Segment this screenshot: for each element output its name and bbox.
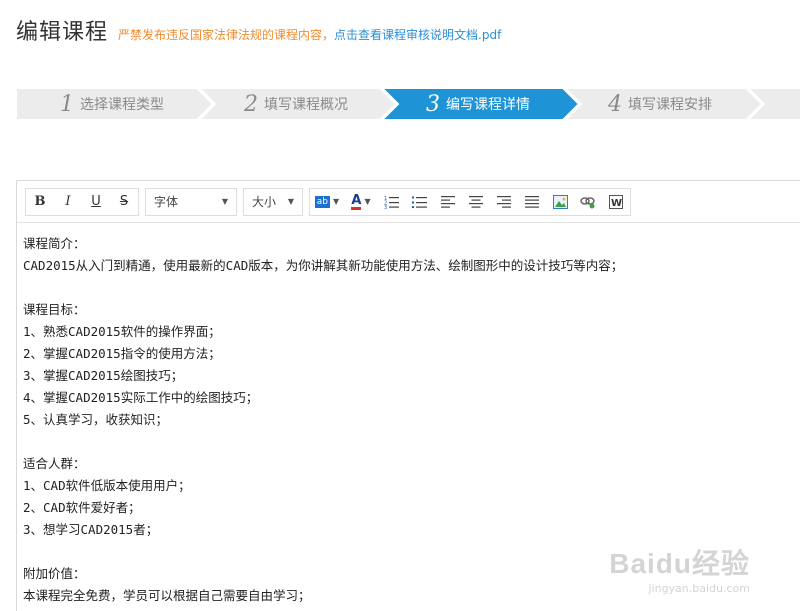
color-group: ab ▼ A ▼ 123 W	[309, 187, 631, 216]
notice: 严禁发布违反国家法律法规的课程内容，点击查看课程审核说明文档.pdf	[118, 26, 501, 43]
step-3-number: 3	[426, 91, 440, 117]
align-left-icon	[441, 195, 455, 208]
content-line: 3、掌握CAD2015绘图技巧；	[23, 368, 184, 383]
svg-text:W: W	[611, 198, 622, 209]
content-line: 适合人群：	[23, 456, 86, 471]
align-right-icon	[497, 195, 511, 208]
step-2-label: 填写课程概况	[264, 97, 348, 113]
svg-text:3: 3	[384, 205, 387, 209]
page-header: 编辑课程 严禁发布违反国家法律法规的课程内容，点击查看课程审核说明文档.pdf	[16, 14, 501, 46]
bold-button[interactable]: B	[26, 189, 54, 215]
step-1-number: 1	[60, 91, 74, 117]
watermark-url: jingyan.baidu.com	[648, 582, 750, 595]
font-size-select[interactable]: 大小 ▼	[243, 187, 303, 216]
page-title: 编辑课程	[16, 20, 109, 45]
highlight-color-button[interactable]: ab ▼	[310, 189, 344, 215]
editor-toolbar: B I U S 字体 ▼ 大小 ▼ ab ▼ A ▼ 123 W	[17, 181, 800, 223]
step-progress-bar: 1 选择课程类型 2 填写课程概况 3 编写课程详情 4 填写课程安排	[16, 88, 800, 120]
underline-button[interactable]: U	[82, 189, 110, 215]
content-line: 5、认真学习，收获知识；	[23, 412, 169, 427]
content-line: 2、CAD软件爱好者；	[23, 500, 141, 515]
step-4-number: 4	[608, 91, 622, 117]
step-1[interactable]: 1 选择课程类型	[60, 88, 164, 120]
insert-image-button[interactable]	[546, 189, 574, 215]
review-doc-link[interactable]: 点击查看课程审核说明文档.pdf	[334, 28, 501, 42]
paste-from-word-button[interactable]: W	[602, 189, 630, 215]
align-center-button[interactable]	[462, 189, 490, 215]
chevron-down-icon: ▼	[287, 197, 294, 206]
font-family-select[interactable]: 字体 ▼	[145, 187, 237, 216]
content-line: 1、CAD软件低版本使用用户；	[23, 478, 191, 493]
strikethrough-button[interactable]: S	[110, 189, 138, 215]
content-line: CAD2015从入门到精通，使用最新的CAD版本，为你讲解其新功能使用方法、绘制…	[23, 258, 624, 273]
insert-link-button[interactable]	[574, 189, 602, 215]
align-right-button[interactable]	[490, 189, 518, 215]
baidu-jingyan-watermark: Baidu经验 jingyan.baidu.com	[609, 542, 750, 595]
font-color-icon: A	[351, 192, 362, 210]
step-3-label: 编写课程详情	[446, 97, 530, 113]
step-2[interactable]: 2 填写课程概况	[244, 88, 348, 120]
align-justify-button[interactable]	[518, 189, 546, 215]
align-justify-icon	[525, 195, 539, 208]
font-color-button[interactable]: A ▼	[344, 189, 378, 215]
ordered-list-button[interactable]: 123	[378, 189, 406, 215]
image-icon	[552, 194, 568, 209]
watermark-logo: Baidu经验	[609, 548, 750, 579]
content-line	[23, 277, 800, 299]
chevron-down-icon: ▼	[364, 197, 371, 206]
content-line: 2、掌握CAD2015指令的使用方法；	[23, 346, 221, 361]
step-2-number: 2	[244, 91, 258, 117]
font-size-label: 大小	[252, 195, 277, 209]
bullet-list-icon	[412, 196, 427, 208]
font-family-label: 字体	[154, 195, 179, 209]
step-1-label: 选择课程类型	[80, 97, 164, 113]
highlight-icon: ab	[314, 195, 331, 208]
content-line: 课程简介：	[23, 236, 86, 251]
word-icon: W	[609, 194, 623, 209]
link-icon	[580, 196, 595, 208]
italic-button[interactable]: I	[54, 189, 82, 215]
content-line: 1、熟悉CAD2015软件的操作界面；	[23, 324, 221, 339]
ordered-list-icon: 123	[384, 196, 399, 209]
text-style-group: B I U S	[25, 187, 139, 216]
align-left-button[interactable]	[434, 189, 462, 215]
chevron-down-icon: ▼	[221, 197, 228, 206]
step-3[interactable]: 3 编写课程详情	[426, 88, 530, 120]
bullet-list-button[interactable]	[406, 189, 434, 215]
content-line: 课程目标：	[23, 302, 86, 317]
content-line: 3、想学习CAD2015者；	[23, 522, 159, 537]
notice-warning-text: 严禁发布违反国家法律法规的课程内容，	[118, 28, 335, 42]
step-4[interactable]: 4 填写课程安排	[608, 88, 712, 120]
align-center-icon	[469, 195, 483, 208]
content-line: 4、掌握CAD2015实际工作中的绘图技巧；	[23, 390, 259, 405]
step-4-label: 填写课程安排	[628, 97, 712, 113]
chevron-down-icon: ▼	[333, 197, 340, 206]
content-line	[23, 431, 800, 453]
